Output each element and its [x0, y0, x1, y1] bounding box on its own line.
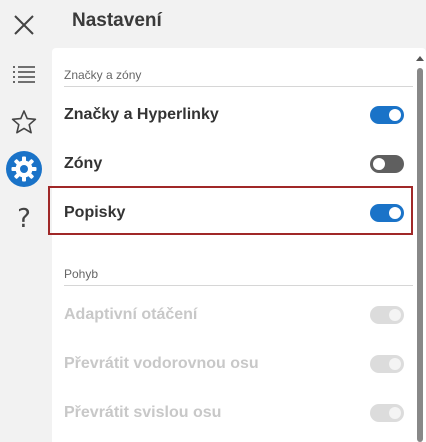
toggle-knob [389, 358, 401, 370]
close-icon [14, 15, 34, 35]
setting-row-zones[interactable]: Zóny [64, 144, 404, 184]
toggle-knob [389, 309, 401, 321]
section-header-markers-zones: Značky a zóny [64, 64, 413, 87]
setting-label: Popisky [64, 204, 126, 221]
close-button[interactable] [0, 3, 48, 47]
setting-label: Převrátit svislou osu [64, 404, 222, 421]
setting-row-adaptive-rotation: Adaptivní otáčení [64, 295, 404, 335]
adaptive-rotation-toggle [370, 306, 404, 324]
zones-toggle[interactable] [370, 155, 404, 173]
settings-panel: Značky a zóny Značky a Hyperlinky Zóny P… [52, 48, 426, 442]
list-button[interactable] [0, 52, 48, 96]
section-header-motion: Pohyb [64, 263, 413, 286]
markers-hyperlinks-toggle[interactable] [370, 106, 404, 124]
toggle-knob [373, 158, 385, 170]
setting-label: Převrátit vodorovnou osu [64, 355, 259, 372]
setting-row-flip-vertical: Převrátit svislou osu [64, 393, 404, 433]
gear-icon [6, 151, 42, 187]
labels-toggle[interactable] [370, 204, 404, 222]
list-icon [13, 66, 35, 83]
star-icon [11, 110, 37, 134]
toggle-knob [389, 407, 401, 419]
help-icon: ? [17, 204, 31, 234]
setting-row-labels[interactable]: Popisky [64, 193, 404, 233]
help-button[interactable]: ? [0, 197, 48, 241]
scroll-thumb[interactable] [417, 68, 423, 442]
favorites-button[interactable] [0, 100, 48, 144]
icon-rail: ? [0, 0, 48, 442]
scroll-up-arrow-icon[interactable] [416, 56, 424, 61]
setting-label: Zóny [64, 155, 103, 172]
setting-label: Značky a Hyperlinky [64, 106, 219, 123]
scrollbar[interactable] [414, 48, 426, 442]
toggle-knob [389, 207, 401, 219]
page-title: Nastavení [72, 10, 162, 31]
setting-row-flip-horizontal: Převrátit vodorovnou osu [64, 344, 404, 384]
toggle-knob [389, 109, 401, 121]
flip-vertical-toggle [370, 404, 404, 422]
settings-button[interactable] [0, 147, 48, 191]
flip-horizontal-toggle [370, 355, 404, 373]
setting-row-markers-hyperlinks[interactable]: Značky a Hyperlinky [64, 95, 404, 135]
setting-label: Adaptivní otáčení [64, 306, 198, 323]
